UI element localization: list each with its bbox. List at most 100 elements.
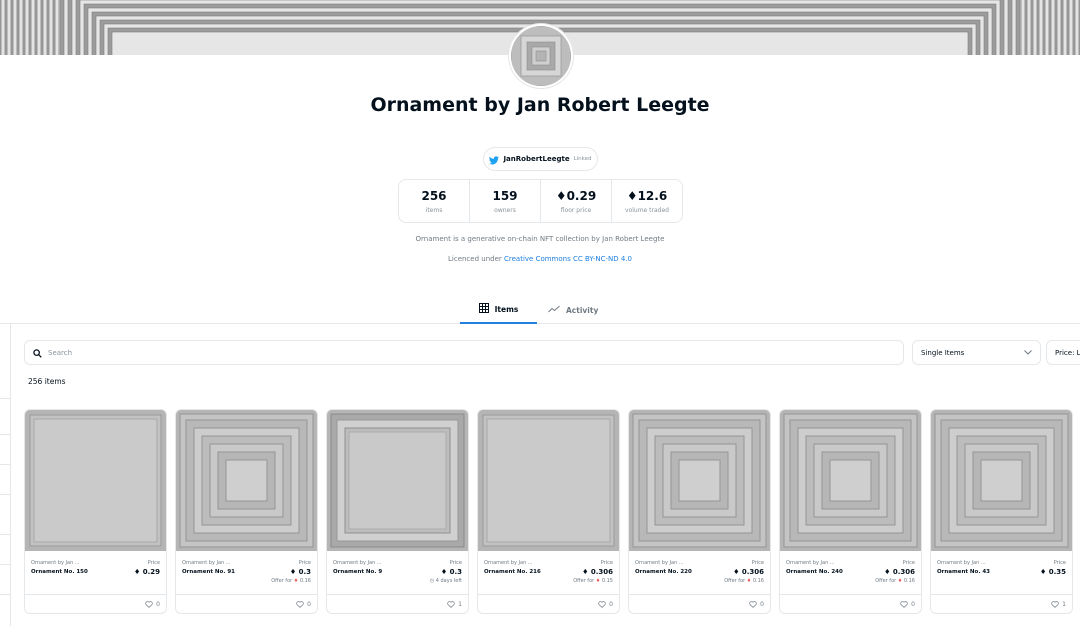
twitter-link[interactable]: JanRobertLeegte Linked (483, 147, 598, 171)
offer-info: Offer for ♦ 0.16 (724, 578, 764, 584)
item-name: Ornament No. 43 (937, 569, 990, 575)
item-collection-name: Ornament by Jan ... (937, 560, 986, 566)
collection-description: Ornament is a generative on-chain NFT co… (415, 235, 665, 243)
price-label: Price (751, 560, 764, 566)
item-image[interactable] (780, 410, 921, 551)
item-image[interactable] (478, 410, 619, 551)
heart-icon (145, 601, 153, 608)
item-name: Ornament No. 216 (484, 569, 541, 575)
item-card-footer: 1 (931, 594, 1072, 613)
like-button[interactable]: 0 (145, 601, 160, 608)
like-count: 0 (156, 601, 160, 608)
collection-title: Ornament by Jan Robert Leegte (370, 94, 710, 116)
search-input[interactable] (48, 348, 868, 357)
like-count: 0 (911, 601, 915, 608)
price-label: Price (1053, 560, 1066, 566)
tab-activity-label: Activity (566, 305, 599, 315)
offer-info: Offer for ♦ 0.15 (573, 578, 613, 584)
item-image[interactable] (176, 410, 317, 551)
item-card[interactable]: Ornament by Jan ... Ornament No. 43 Price ♦… (930, 409, 1073, 614)
ethereum-icon: ♦ (555, 188, 567, 203)
collection-avatar (509, 24, 573, 88)
item-card[interactable]: Ornament by Jan ... Ornament No. 91 Price ♦… (175, 409, 318, 614)
like-button[interactable]: 0 (749, 601, 764, 608)
ethereum-icon: ♦ (626, 188, 638, 203)
item-name: Ornament No. 220 (635, 569, 692, 575)
filter-sidebar-edge[interactable] (0, 324, 11, 626)
stat-value: 256 (421, 188, 447, 203)
stat-volume-traded[interactable]: ♦12.6 volume traded (612, 180, 682, 222)
item-collection-name: Ornament by Jan ... (635, 560, 684, 566)
like-count: 1 (1062, 601, 1066, 608)
like-button[interactable]: 0 (296, 601, 311, 608)
search-bar[interactable] (24, 340, 904, 365)
price-label: Price (147, 560, 160, 566)
heart-icon (447, 601, 455, 608)
stat-label: owners (494, 206, 516, 214)
item-name: Ornament No. 150 (31, 569, 88, 575)
activity-chart-icon (548, 305, 560, 315)
stat-label: volume traded (625, 206, 669, 214)
item-price: ♦ 0.29 (134, 568, 160, 576)
item-collection-name: Ornament by Jan ... (484, 560, 533, 566)
chevron-down-icon (1024, 349, 1032, 357)
licence-link[interactable]: Creative Commons CC BY-NC-ND 4.0 (504, 255, 632, 263)
like-count: 0 (760, 601, 764, 608)
item-name: Ornament No. 240 (786, 569, 843, 575)
price-label: Price (298, 560, 311, 566)
offer-info: Offer for ♦ 0.16 (875, 578, 915, 584)
item-price: ♦ 0.306 (884, 568, 915, 576)
tab-items[interactable]: Items (460, 296, 537, 324)
collection-stats: 256 items 159 owners ♦0.29 floor price ♦… (398, 179, 683, 223)
item-type-select[interactable]: Single Items (912, 340, 1041, 365)
sort-value: Price: Lo (1055, 348, 1080, 357)
ethereum-icon: ♦ (884, 568, 893, 576)
item-card-footer: 0 (629, 594, 770, 613)
twitter-bird-icon (489, 150, 500, 169)
sort-select[interactable]: Price: Lo (1046, 340, 1080, 365)
like-count: 0 (307, 601, 311, 608)
item-collection-name: Ornament by Jan ... (333, 560, 382, 566)
price-label: Price (600, 560, 613, 566)
item-image[interactable] (931, 410, 1072, 551)
ethereum-icon: ♦ (1040, 568, 1049, 576)
stat-value: 159 (492, 188, 518, 203)
item-card-footer: 0 (780, 594, 921, 613)
collection-licence: Licenced under Creative Commons CC BY-NC… (290, 255, 790, 263)
heart-icon (1051, 601, 1059, 608)
like-button[interactable]: 1 (1051, 601, 1066, 608)
stat-value: ♦12.6 (626, 188, 668, 203)
item-card[interactable]: Ornament by Jan ... Ornament No. 220 Price… (628, 409, 771, 614)
grid-icon (478, 303, 489, 315)
item-card[interactable]: Ornament by Jan ... Ornament No. 240 Price… (779, 409, 922, 614)
item-image[interactable] (25, 410, 166, 551)
stat-floor-price[interactable]: ♦0.29 floor price (541, 180, 612, 222)
item-collection-name: Ornament by Jan ... (182, 560, 231, 566)
stat-label: items (425, 206, 443, 214)
item-image[interactable] (629, 410, 770, 551)
ethereum-icon: ♦ (440, 568, 450, 576)
like-button[interactable]: 0 (900, 601, 915, 608)
heart-icon (296, 601, 304, 608)
stat-value: ♦0.29 (555, 188, 597, 203)
stat-items[interactable]: 256 items (399, 180, 470, 222)
ethereum-icon: ♦ (733, 568, 742, 576)
tab-activity[interactable]: Activity (548, 296, 608, 324)
stat-owners[interactable]: 159 owners (470, 180, 541, 222)
item-card[interactable]: Ornament by Jan ... Ornament No. 216 Price… (477, 409, 620, 614)
heart-icon (900, 601, 908, 608)
collection-tabs: Items Activity (0, 296, 1080, 324)
tab-items-label: Items (494, 304, 519, 314)
item-collection-name: Ornament by Jan ... (786, 560, 835, 566)
like-button[interactable]: 1 (447, 601, 462, 608)
offer-info: Offer for ♦ 0.16 (271, 578, 311, 584)
twitter-linked-status: Linked (573, 156, 592, 162)
like-button[interactable]: 0 (598, 601, 613, 608)
item-image[interactable] (327, 410, 468, 551)
item-card-footer: 0 (478, 594, 619, 613)
item-card-footer: 1 (327, 594, 468, 613)
like-count: 0 (609, 601, 613, 608)
item-card[interactable]: Ornament by Jan ... Ornament No. 9 Price ♦ … (326, 409, 469, 614)
item-card[interactable]: Ornament by Jan ... Ornament No. 150 Price… (24, 409, 167, 614)
item-price: ♦ 0.306 (582, 568, 613, 576)
